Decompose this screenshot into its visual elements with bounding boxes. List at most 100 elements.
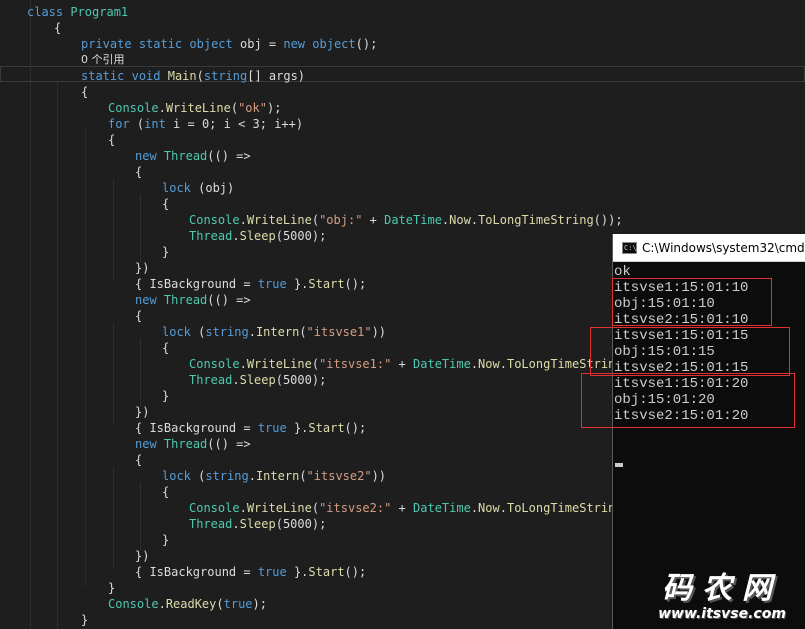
code-token: [] args) xyxy=(247,69,306,83)
code-line: static void Main(string[] args) xyxy=(81,68,305,84)
code-token: ( xyxy=(299,469,307,483)
code-token: { xyxy=(162,341,170,355)
code-token: ( xyxy=(216,597,224,611)
code-token: "itsvse2:" xyxy=(319,501,392,515)
code-token: Start xyxy=(308,277,345,291)
code-token: ( xyxy=(311,357,320,371)
code-token: Start xyxy=(308,421,345,435)
indent-guide xyxy=(113,468,114,568)
console-titlebar[interactable]: C:\ C:\Windows\system32\cmd.exe xyxy=(613,234,805,262)
code-token: WriteLine xyxy=(246,501,312,515)
highlight-box-3 xyxy=(581,373,795,428)
indent-guide xyxy=(140,196,141,262)
indent-guide xyxy=(113,180,114,280)
code-token: ( xyxy=(190,469,206,483)
watermark-url: www.itsvse.com xyxy=(658,606,786,622)
code-token: Thread xyxy=(163,293,208,307)
code-token: } xyxy=(162,389,170,403)
code-token: Now xyxy=(449,213,471,227)
code-token: ( xyxy=(190,325,206,339)
code-line: { xyxy=(108,132,115,148)
code-token: ( xyxy=(129,117,145,131)
code-token: { xyxy=(81,85,89,99)
code-token: . xyxy=(158,597,166,611)
code-token: Console xyxy=(108,597,159,611)
code-token: class xyxy=(27,5,64,19)
codelens-references[interactable]: 0 个引用 xyxy=(81,52,125,68)
code-token: Thread xyxy=(163,149,208,163)
code-token: lock xyxy=(162,325,191,339)
code-line: { xyxy=(54,20,61,36)
code-token: Console xyxy=(189,357,240,371)
code-token: "itsvse1" xyxy=(306,325,372,339)
code-token: ( xyxy=(230,101,239,115)
code-token: (5000); xyxy=(275,517,327,531)
code-line: } xyxy=(162,388,169,404)
indent-guide xyxy=(85,130,86,585)
code-line: }) xyxy=(135,404,149,420)
code-token: Console xyxy=(108,101,159,115)
code-token: (); xyxy=(344,565,367,579)
code-line: { xyxy=(162,484,169,500)
code-token: } xyxy=(162,245,170,259)
code-token: i = 0; i < 3; i++) xyxy=(165,117,304,131)
code-token: new xyxy=(135,437,157,451)
indent-guide xyxy=(113,324,114,424)
console-window-icon: C:\ xyxy=(622,241,637,254)
code-token: . xyxy=(239,213,247,227)
code-token: . xyxy=(158,101,166,115)
code-line: }) xyxy=(135,260,149,276)
code-token: . xyxy=(470,501,479,515)
code-token: true xyxy=(257,277,287,291)
code-token: (); xyxy=(344,277,367,291)
code-token: DateTime xyxy=(413,357,471,371)
code-line: } xyxy=(81,612,88,628)
code-token: WriteLine xyxy=(165,101,231,115)
indent-guide xyxy=(57,82,58,629)
code-token: (5000); xyxy=(275,229,327,243)
code-token: }) xyxy=(135,405,150,419)
code-token: Sleep xyxy=(239,517,276,531)
code-token: ( xyxy=(311,213,320,227)
code-token: DateTime xyxy=(384,213,442,227)
code-token: ( xyxy=(196,69,204,83)
code-token: . xyxy=(232,373,240,387)
code-token: Main xyxy=(167,69,197,83)
code-line: lock (string.Intern("itsvse1")) xyxy=(162,324,386,340)
code-token: { IsBackground = xyxy=(135,277,258,291)
code-token: object xyxy=(312,37,356,51)
code-token: string xyxy=(205,469,249,483)
code-token: { xyxy=(135,165,143,179)
code-token: Console xyxy=(189,213,240,227)
code-token: . xyxy=(239,501,247,515)
code-token: + xyxy=(391,501,414,515)
code-token: }) xyxy=(135,261,150,275)
code-token: (() => xyxy=(207,293,251,307)
code-token: ToLongTimeString xyxy=(478,213,594,227)
highlight-box-2 xyxy=(590,327,790,376)
code-line: { xyxy=(81,84,88,100)
code-token: new xyxy=(135,293,157,307)
code-token: ( xyxy=(311,501,320,515)
code-token: { xyxy=(162,485,170,499)
code-token: } xyxy=(162,533,170,547)
code-token: ToLongTimeString xyxy=(506,501,623,515)
code-line: { IsBackground = true }.Start(); xyxy=(135,276,366,292)
code-token: { xyxy=(162,197,170,211)
code-line: { xyxy=(135,308,142,324)
indent-guide xyxy=(30,0,31,629)
code-token: true xyxy=(223,597,253,611)
code-token: . xyxy=(248,325,256,339)
code-token: Now xyxy=(478,357,500,371)
code-token: DateTime xyxy=(413,501,471,515)
code-token: lock xyxy=(162,469,191,483)
code-line: } xyxy=(108,580,115,596)
code-token: (obj) xyxy=(190,181,235,195)
code-token: . xyxy=(232,517,240,531)
code-line: new Thread(() => xyxy=(135,292,251,308)
code-line: Console.WriteLine("obj:" + DateTime.Now.… xyxy=(189,212,623,228)
indent-guide xyxy=(140,484,141,550)
